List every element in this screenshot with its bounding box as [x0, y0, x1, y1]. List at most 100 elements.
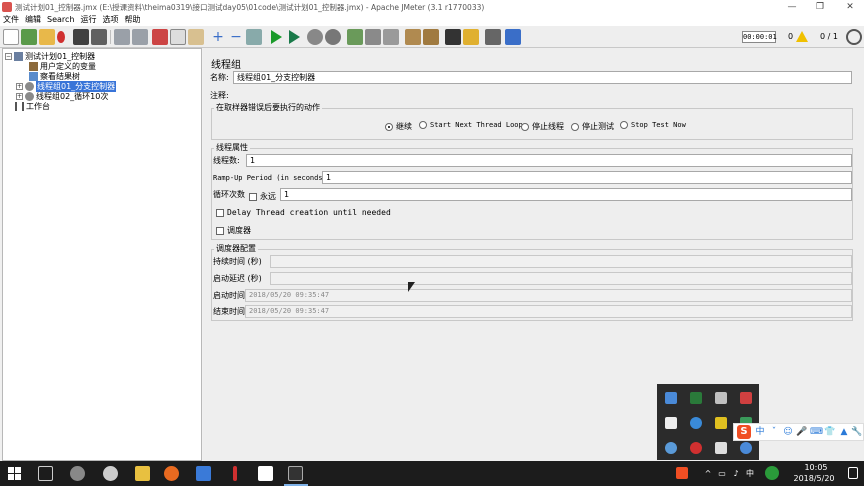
tree-node-view-results-tree[interactable]: 察看结果树: [29, 71, 80, 81]
tree-node-workbench[interactable]: 工作台: [15, 101, 50, 111]
remote-start-icon[interactable]: [347, 29, 363, 45]
tray-ime-indicator[interactable]: 中: [745, 469, 755, 479]
ime-settings-icon[interactable]: 🔧: [851, 426, 863, 438]
expand-all-icon[interactable]: +: [210, 29, 226, 45]
open-folder-icon[interactable]: [39, 29, 55, 45]
forever-checkbox[interactable]: 永远: [249, 191, 276, 202]
copy-icon[interactable]: [170, 29, 186, 45]
ime-punctuation-icon[interactable]: ˇ: [768, 426, 780, 438]
clear-all-icon[interactable]: [423, 29, 439, 45]
maximize-button[interactable]: ❐: [806, 0, 834, 14]
menu-options[interactable]: 选项: [99, 14, 121, 26]
action-center-icon[interactable]: [848, 467, 858, 479]
new-icon[interactable]: [3, 29, 19, 45]
task-view-icon[interactable]: [38, 466, 53, 481]
menu-help[interactable]: 帮助: [121, 14, 143, 26]
close-button[interactable]: ✕: [836, 0, 864, 14]
terminal-icon[interactable]: [288, 466, 303, 481]
radio-continue[interactable]: 继续: [385, 121, 412, 132]
help-icon[interactable]: [505, 29, 521, 45]
clock-date[interactable]: 2018/5/20: [788, 474, 840, 483]
ime-keyboard-icon[interactable]: ⌨: [810, 426, 823, 438]
scheduler-checkbox[interactable]: 调度器: [216, 225, 251, 236]
file-explorer-icon[interactable]: [135, 466, 150, 481]
minimize-button[interactable]: —: [778, 0, 806, 14]
tray-app-icon[interactable]: [715, 442, 727, 454]
start-icon[interactable]: [271, 30, 282, 44]
log-viewer-icon[interactable]: [846, 29, 862, 45]
warning-icon[interactable]: [796, 31, 808, 42]
tray-app-icon[interactable]: [665, 392, 677, 404]
taskbar-pen-icon[interactable]: [233, 466, 237, 481]
menu-file[interactable]: 文件: [0, 14, 22, 26]
ime-emoji-icon[interactable]: ☺: [782, 426, 794, 438]
remote-stop-icon[interactable]: [365, 29, 381, 45]
start-no-pause-icon[interactable]: [289, 30, 300, 44]
tree-node-test-plan[interactable]: − 测试计划01_控制器: [5, 51, 95, 61]
start-button[interactable]: [8, 467, 21, 480]
rampup-field[interactable]: 1: [322, 171, 852, 184]
taskbar-app-icon[interactable]: [103, 466, 118, 481]
shutdown-icon[interactable]: [325, 29, 341, 45]
tray-app-icon[interactable]: [665, 442, 677, 454]
paste-icon[interactable]: [188, 29, 204, 45]
clock-time[interactable]: 10:05: [796, 463, 836, 472]
sogou-logo-icon[interactable]: S: [737, 425, 751, 439]
save-as-icon[interactable]: [91, 29, 107, 45]
duration-field[interactable]: [270, 255, 852, 268]
start-time-field[interactable]: 2018/05/20 09:35:47: [245, 289, 852, 302]
expand-toggle[interactable]: +: [16, 82, 23, 90]
menu-search[interactable]: Search: [44, 14, 77, 26]
collapse-all-icon[interactable]: −: [228, 29, 244, 45]
tray-app-icon[interactable]: [690, 442, 702, 454]
tray-app-icon[interactable]: [740, 442, 752, 454]
ime-language-toggle[interactable]: 中: [754, 426, 766, 438]
ime-skin-icon[interactable]: 👕: [824, 426, 836, 438]
radio-start-next-thread-loop[interactable]: Start Next Thread Loop: [419, 121, 523, 129]
comment-field[interactable]: [233, 89, 852, 102]
tray-overflow-chevron[interactable]: ^: [703, 469, 713, 479]
tray-volume-mute-icon[interactable]: [740, 392, 752, 404]
menu-run[interactable]: 运行: [77, 14, 99, 26]
radio-stop-test[interactable]: 停止测试: [571, 121, 614, 132]
search-binoculars-icon[interactable]: [445, 29, 461, 45]
tray-security-icon[interactable]: [715, 392, 727, 404]
function-helper-icon[interactable]: [485, 29, 501, 45]
tray-volume-icon[interactable]: ♪: [731, 469, 741, 479]
clear-icon[interactable]: [405, 29, 421, 45]
taskbar-app-icon[interactable]: [70, 466, 85, 481]
close-file-icon[interactable]: [57, 31, 65, 43]
radio-stop-test-now[interactable]: Stop Test Now: [620, 121, 686, 129]
loop-count-field[interactable]: 1: [280, 188, 852, 201]
tray-nvidia-icon[interactable]: [690, 392, 702, 404]
collapse-toggle[interactable]: −: [5, 52, 12, 60]
reset-search-icon[interactable]: [463, 29, 479, 45]
cut-icon[interactable]: [152, 29, 168, 45]
ime-voice-icon[interactable]: 🎤: [796, 426, 808, 438]
tray-app-icon[interactable]: [665, 417, 677, 429]
radio-stop-thread[interactable]: 停止线程: [521, 121, 564, 132]
firefox-icon[interactable]: [164, 466, 179, 481]
tree-node-user-variables[interactable]: 用户定义的变量: [29, 61, 96, 71]
toggle-icon[interactable]: [246, 29, 262, 45]
threads-field[interactable]: 1: [246, 154, 852, 167]
save-icon[interactable]: [73, 29, 89, 45]
tray-sogou-icon[interactable]: [676, 467, 688, 479]
name-field[interactable]: 线程组01_分支控制器: [233, 71, 852, 84]
templates-icon[interactable]: [21, 29, 37, 45]
startup-delay-field[interactable]: [270, 272, 852, 285]
undo-icon[interactable]: [114, 29, 130, 45]
tray-network-monitor-icon[interactable]: [765, 466, 779, 480]
stop-icon[interactable]: [307, 29, 323, 45]
tray-battery-icon[interactable]: ▭: [717, 469, 727, 479]
ime-more-icon[interactable]: ▲: [838, 426, 850, 438]
menu-edit[interactable]: 编辑: [22, 14, 44, 26]
expand-toggle[interactable]: +: [16, 92, 23, 100]
tray-app-icon[interactable]: [690, 417, 702, 429]
remote-shutdown-icon[interactable]: [383, 29, 399, 45]
taskbar-app-icon[interactable]: [196, 466, 211, 481]
delay-thread-creation-checkbox[interactable]: Delay Thread creation until needed: [216, 208, 391, 217]
tree-node-thread-group-02[interactable]: + 线程组02_循环10次: [16, 91, 108, 101]
typora-icon[interactable]: [258, 466, 273, 481]
tray-app-icon[interactable]: [715, 417, 727, 429]
